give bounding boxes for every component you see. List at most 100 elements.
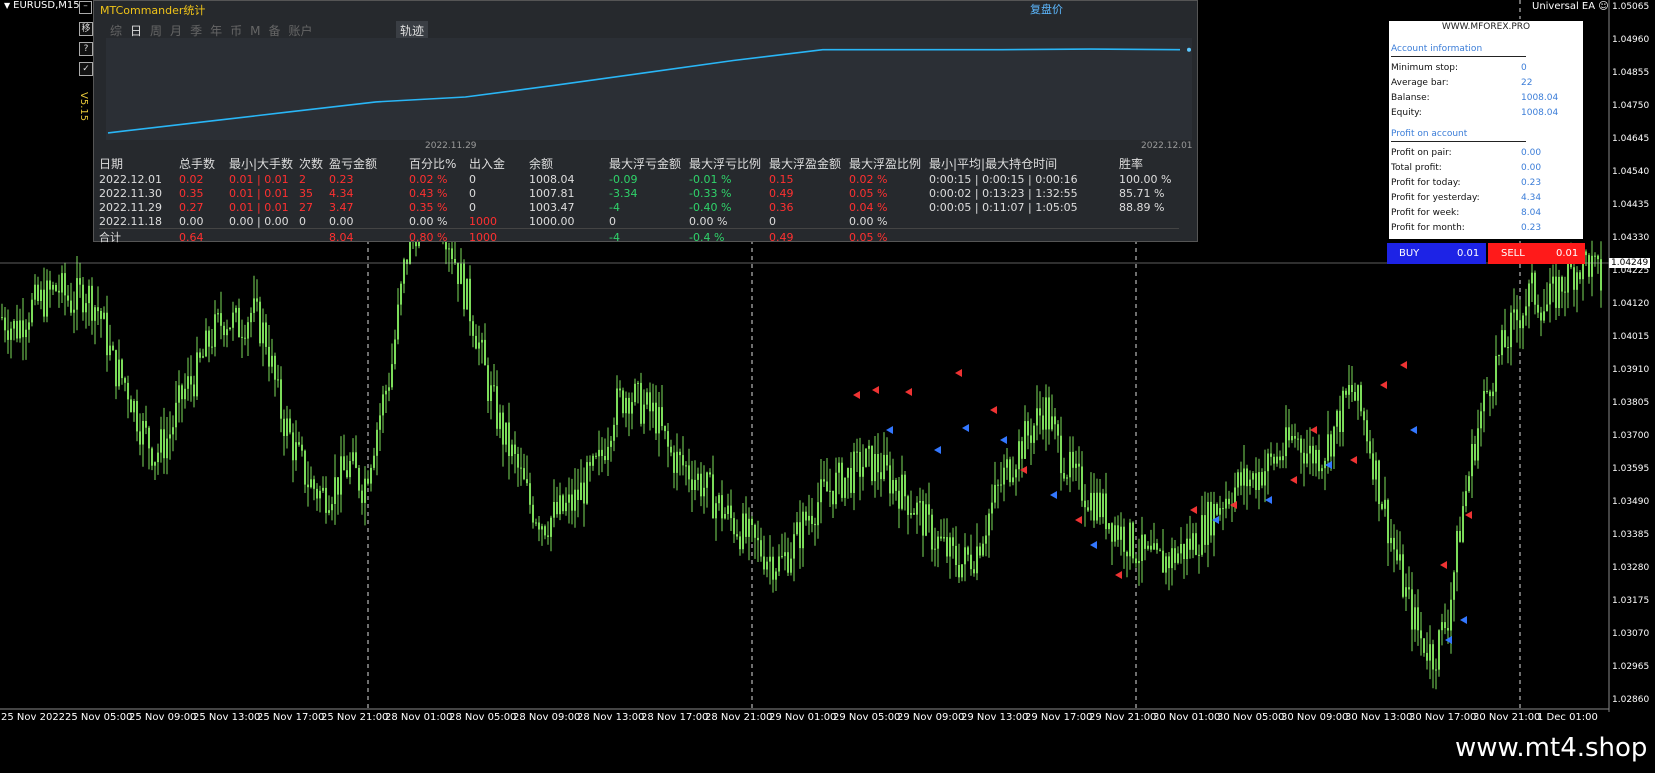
candle-body	[175, 402, 177, 428]
tab-9[interactable]: 账户	[288, 22, 312, 39]
candle-body	[22, 320, 24, 338]
candle-body	[1588, 255, 1590, 277]
price-tick: 1.03805	[1612, 398, 1650, 408]
candle-body	[964, 547, 966, 565]
candle-body	[250, 312, 252, 323]
move-button[interactable]: 移	[79, 22, 93, 36]
candle-body	[883, 454, 885, 480]
account-info-heading: Account information	[1391, 44, 1483, 54]
candle-body	[1360, 385, 1362, 412]
candle-body	[1048, 397, 1050, 430]
time-tick: 29 Nov 17:00	[1025, 712, 1093, 723]
candle-body	[946, 537, 948, 557]
candle-body	[139, 431, 141, 445]
candle-body	[307, 484, 309, 488]
candle-body	[1030, 435, 1032, 443]
candle-body	[151, 448, 153, 466]
table-cell: 0	[609, 214, 616, 228]
candle-body	[1330, 434, 1332, 457]
minimize-button[interactable]: –	[79, 1, 92, 14]
candle-body	[1003, 467, 1005, 485]
candle-body	[253, 298, 255, 313]
candle-body	[1120, 526, 1122, 540]
candle-body	[832, 490, 834, 505]
profit-label: Profit for month:	[1391, 223, 1465, 233]
candle-body	[1111, 523, 1113, 542]
trade-arrow-icon	[1310, 426, 1317, 434]
candle-body	[1423, 638, 1425, 653]
candle-body	[1378, 460, 1380, 504]
tab-5[interactable]: 年	[210, 22, 222, 39]
check-button[interactable]: ✓	[79, 62, 93, 76]
watermark: www.mt4.shop	[1455, 733, 1648, 763]
candle-body	[652, 402, 654, 412]
curve-date-right: 2022.12.01	[1141, 141, 1193, 151]
table-cell: -0.4 %	[689, 228, 769, 245]
candle-body	[1264, 471, 1266, 486]
table-cell: -0.33 %	[689, 186, 732, 200]
panel-title: MTCommander统计	[100, 4, 206, 17]
candle-body	[295, 442, 297, 461]
candle-body	[1513, 309, 1515, 313]
candle-body	[1249, 479, 1251, 487]
candle-body	[676, 451, 678, 473]
candle-body	[937, 536, 939, 549]
replay-price-link[interactable]: 复盘价	[1030, 1, 1063, 17]
tab-3[interactable]: 月	[170, 22, 182, 39]
table-cell: 2022.11.29	[99, 200, 162, 214]
table-cell: 35	[299, 186, 313, 200]
candle-body	[703, 487, 705, 497]
candle-body	[343, 456, 345, 471]
tab-0[interactable]: 综	[110, 22, 122, 39]
candle-body	[1519, 320, 1521, 329]
time-tick: 30 Nov 21:00	[1473, 712, 1541, 723]
tab-1[interactable]: 日	[130, 22, 142, 39]
candle-body	[1420, 630, 1422, 639]
candle-body	[277, 379, 279, 381]
sell-button[interactable]: SELL 0.01	[1488, 243, 1585, 264]
candle-body	[844, 477, 846, 498]
table-cell: 0.23	[329, 172, 354, 186]
candle-body	[1390, 537, 1392, 544]
candle-body	[226, 329, 228, 336]
candle-body	[523, 468, 525, 480]
candle-body	[76, 278, 78, 310]
candle-body	[1576, 272, 1578, 290]
col-header: 最小|平均|最大持仓时间	[929, 157, 1058, 171]
tab-7[interactable]: M	[250, 24, 260, 38]
trade-arrow-icon	[1050, 491, 1057, 499]
candle-body	[634, 383, 636, 403]
candle-body	[154, 462, 156, 466]
candle-body	[1258, 472, 1260, 490]
candle-body	[931, 514, 933, 550]
buy-button[interactable]: BUY 0.01	[1387, 243, 1486, 264]
candle-body	[1384, 499, 1386, 509]
table-cell: 0.27	[179, 200, 204, 214]
candle-body	[1183, 544, 1185, 559]
tab-8[interactable]: 备	[268, 22, 280, 39]
candle-body	[334, 477, 336, 504]
candle-body	[394, 339, 396, 365]
candle-body	[292, 432, 294, 461]
help-button[interactable]: ?	[79, 42, 93, 56]
tab-6[interactable]: 币	[230, 22, 242, 39]
candle-body	[880, 472, 882, 480]
candle-body	[205, 330, 207, 357]
candle-body	[238, 307, 240, 337]
candle-body	[490, 385, 492, 401]
price-tick: 1.04330	[1612, 233, 1650, 243]
table-cell: 0.35	[179, 186, 204, 200]
candle-body	[898, 490, 900, 509]
time-tick: 25 Nov 05:00	[65, 712, 133, 723]
caret-down-icon[interactable]: ▼	[4, 1, 10, 10]
account-info-label: Balanse:	[1391, 93, 1430, 103]
profit-value: 0.23	[1521, 178, 1542, 188]
candle-body	[538, 522, 540, 530]
candle-body	[916, 502, 918, 515]
col-header: 日期	[99, 157, 124, 171]
table-cell: 2	[299, 172, 306, 186]
tab-4[interactable]: 季	[190, 22, 202, 39]
candle-body	[763, 556, 765, 570]
tab-2[interactable]: 周	[150, 22, 162, 39]
candle-body	[1516, 309, 1518, 321]
